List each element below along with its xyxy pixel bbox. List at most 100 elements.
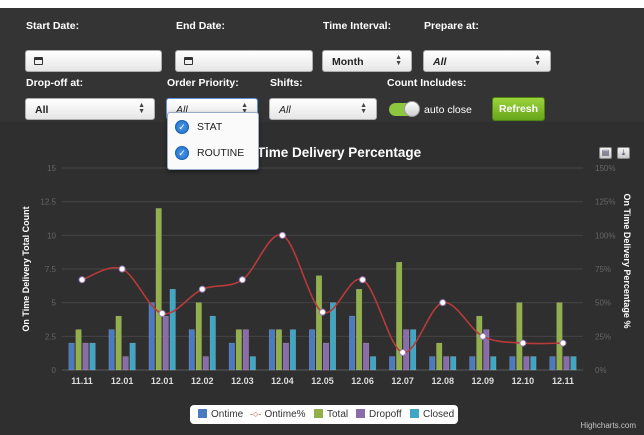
- y2-tick-label: 50%: [595, 299, 611, 308]
- ontime-pct-point: [198, 285, 206, 293]
- y-tick-label: 2.5: [45, 332, 57, 341]
- bar-closed: [209, 315, 216, 371]
- bar-closed: [490, 356, 497, 371]
- option-routine[interactable]: ✓ ROUTINE: [173, 143, 253, 165]
- bar-total: [356, 288, 363, 371]
- bar-dropoff: [242, 329, 249, 371]
- x-tick-label: 12.06: [351, 376, 374, 386]
- bar-closed: [129, 342, 136, 371]
- x-tick-label: 12.08: [431, 376, 454, 386]
- bar-total: [436, 342, 443, 371]
- ontime-pct-point: [319, 308, 326, 316]
- bar-ontime: [228, 342, 235, 371]
- bar-ontime: [68, 342, 75, 371]
- y2-axis-title: On Time Delivery Percentage %: [622, 194, 632, 329]
- chart-title: Time Delivery Percentage: [257, 145, 422, 160]
- x-tick-label: 12.04: [271, 376, 294, 386]
- bar-dropoff: [523, 356, 530, 371]
- y-tick-label: 12.5: [40, 198, 56, 207]
- bar-dropoff: [563, 356, 570, 371]
- bar-dropoff: [323, 342, 329, 371]
- y2-tick-label: 25%: [595, 332, 611, 341]
- x-tick-label: 12.11: [552, 376, 574, 386]
- x-tick-label: 12.01: [151, 376, 174, 386]
- x-tick-label: 12.02: [191, 376, 214, 386]
- bar-dropoff: [82, 342, 89, 371]
- bar-ontime: [268, 329, 275, 371]
- bar-total: [316, 275, 322, 371]
- download-icon[interactable]: ⤓: [617, 147, 630, 159]
- ontime-pct-point: [399, 348, 407, 356]
- chart-legend: Ontime -○- Ontime% Total Dropoff Closed: [190, 405, 458, 424]
- bar-ontime: [108, 329, 115, 371]
- bar-closed: [530, 356, 537, 371]
- bar-closed: [289, 329, 296, 371]
- legend-item-ontime[interactable]: Ontime: [198, 409, 243, 420]
- x-tick-label: 12.07: [391, 376, 414, 386]
- option-stat[interactable]: ✓ STAT: [173, 117, 253, 139]
- bar-total: [275, 329, 282, 371]
- legend-item-dropoff[interactable]: Dropoff: [356, 409, 402, 420]
- bar-ontime: [429, 356, 436, 371]
- ontime-pct-point: [479, 332, 487, 340]
- y2-tick-label: 125%: [595, 198, 615, 207]
- bar-dropoff: [202, 356, 209, 371]
- bar-ontime: [509, 356, 516, 371]
- legend-item-total[interactable]: Total: [314, 409, 348, 420]
- bar-total: [476, 315, 483, 371]
- bar-total: [235, 329, 242, 371]
- chart-area: 02.557.51012.5150%25%50%75%100%125%150%1…: [21, 164, 632, 386]
- x-tick-label: 11.11: [71, 376, 93, 386]
- bar-closed: [450, 356, 457, 371]
- bar-dropoff: [122, 356, 129, 371]
- print-icon[interactable]: ▤: [599, 147, 612, 159]
- x-tick-label: 12.10: [512, 376, 535, 386]
- bar-ontime: [349, 315, 356, 371]
- x-tick-label: 12.01: [111, 376, 134, 386]
- ontime-pct-point: [439, 299, 447, 307]
- checkmark-icon: ✓: [175, 120, 189, 134]
- bar-ontime: [389, 356, 396, 371]
- bar-dropoff: [443, 356, 450, 371]
- checkmark-icon: ✓: [175, 146, 189, 160]
- bar-closed: [370, 356, 377, 371]
- legend-item-ontime-pct[interactable]: -○- Ontime%: [250, 409, 306, 420]
- bar-ontime: [148, 302, 155, 371]
- bar-total: [115, 315, 122, 371]
- bar-total: [516, 302, 523, 371]
- y-tick-label: 0: [52, 366, 57, 375]
- y-tick-label: 5: [52, 299, 57, 308]
- bar-total: [155, 208, 162, 371]
- bar-ontime: [188, 329, 195, 371]
- y2-tick-label: 150%: [595, 164, 615, 173]
- x-tick-label: 12.03: [231, 376, 254, 386]
- ontime-pct-point: [238, 276, 246, 284]
- y-tick-label: 7.5: [45, 265, 57, 274]
- option-label: STAT: [197, 121, 223, 133]
- bar-closed: [410, 329, 417, 371]
- ontime-pct-point: [359, 276, 367, 284]
- chart-credit: Highcharts.com: [580, 421, 636, 430]
- y2-tick-label: 75%: [595, 265, 611, 274]
- y-axis-title: On Time Delivery Total Count: [21, 206, 31, 331]
- ontime-pct-point: [559, 339, 567, 347]
- ontime-pct-point: [158, 309, 166, 317]
- bar-ontime: [309, 329, 315, 371]
- option-label: ROUTINE: [197, 147, 245, 159]
- bar-closed: [249, 356, 256, 371]
- y-tick-label: 15: [47, 164, 56, 173]
- bar-dropoff: [282, 342, 289, 371]
- bar-dropoff: [363, 342, 370, 371]
- y2-tick-label: 0%: [595, 366, 607, 375]
- bar-closed: [330, 302, 336, 371]
- bar-total: [556, 302, 563, 371]
- bar-closed: [89, 342, 96, 371]
- bar-dropoff: [162, 315, 169, 371]
- bar-ontime: [549, 356, 556, 371]
- ontime-pct-point: [78, 276, 86, 284]
- ontime-pct-point: [278, 231, 286, 239]
- bar-ontime: [469, 356, 476, 371]
- bar-total: [75, 329, 82, 371]
- legend-item-closed[interactable]: Closed: [410, 409, 454, 420]
- order-priority-dropdown: ✓ STAT ✓ ROUTINE: [167, 112, 259, 170]
